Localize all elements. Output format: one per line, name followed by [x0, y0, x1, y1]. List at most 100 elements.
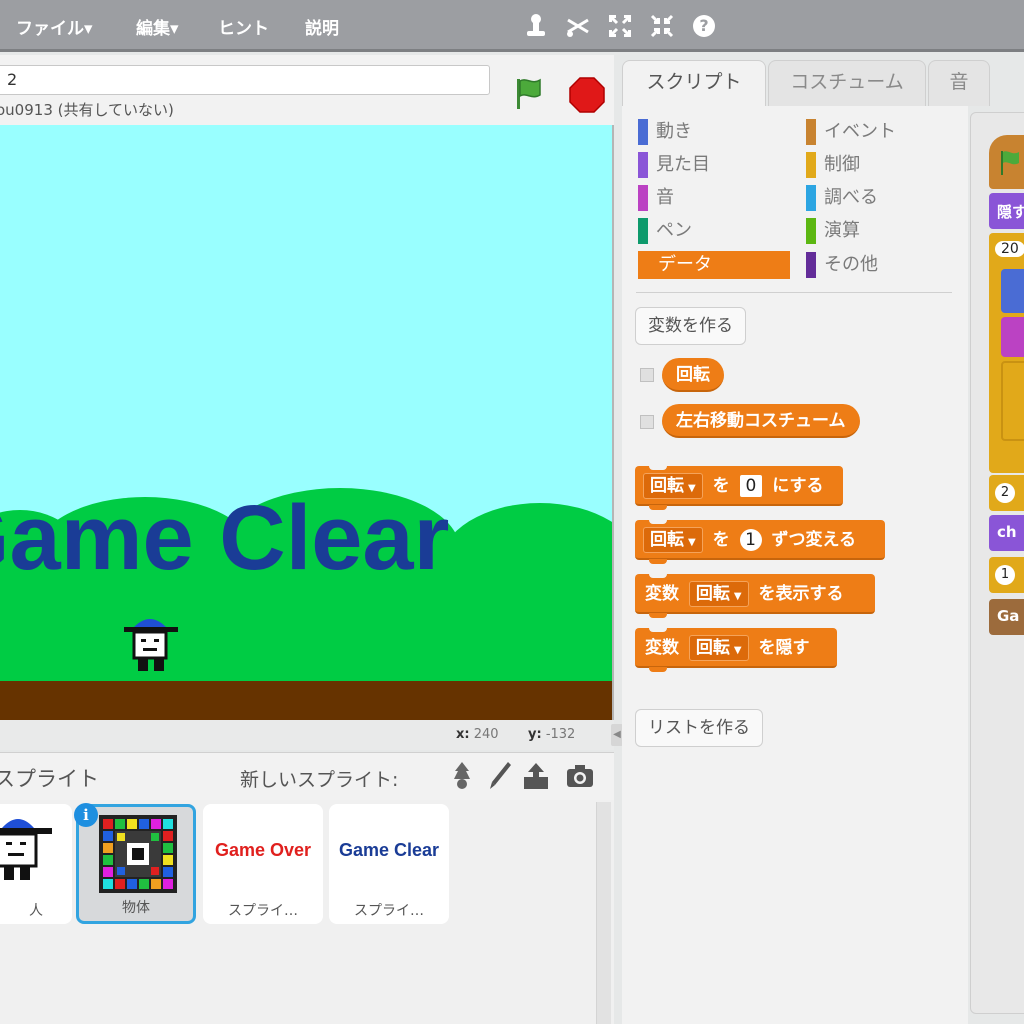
- category-data[interactable]: データ: [638, 251, 790, 279]
- game-clear-preview: Game Clear: [338, 840, 440, 860]
- duplicate-icon[interactable]: [522, 12, 550, 40]
- value-input[interactable]: 0: [739, 475, 763, 497]
- block-notch: [649, 574, 667, 578]
- stop-icon[interactable]: [568, 76, 606, 114]
- script-motion-block: [1001, 269, 1024, 313]
- grow-icon[interactable]: [606, 12, 634, 40]
- variable-checkbox[interactable]: [640, 415, 654, 429]
- make-list-button[interactable]: リストを作る: [635, 709, 763, 747]
- category-label: 制御: [824, 154, 860, 175]
- stage[interactable]: Game Clear: [0, 125, 614, 720]
- category-label: データ: [658, 254, 712, 275]
- category-swatch: [638, 119, 648, 145]
- when-flag-clicked-block[interactable]: [989, 135, 1024, 189]
- script-repeat-block[interactable]: 20: [989, 233, 1024, 473]
- cut-icon[interactable]: [564, 12, 592, 40]
- upload-icon[interactable]: [520, 759, 552, 793]
- dropdown-value: 回転: [695, 584, 730, 604]
- menu-about[interactable]: 説明: [305, 14, 339, 39]
- script-looks-block[interactable]: ch: [989, 515, 1024, 551]
- dropdown-value: 回転: [650, 476, 684, 496]
- script-hide-block[interactable]: 隠す: [989, 193, 1024, 229]
- info-icon[interactable]: i: [74, 803, 98, 827]
- script-sound-block: [1001, 317, 1024, 357]
- block-notch: [649, 628, 667, 632]
- block-notch: [649, 466, 667, 470]
- person-sprite-icon: [0, 819, 52, 880]
- category-swatch: [806, 185, 816, 211]
- coordinates-readout: x: 240 y: -132: [0, 720, 614, 750]
- green-flag-icon: [1001, 151, 1019, 175]
- script-area[interactable]: 隠す 20 2 ch 1 Ga: [970, 112, 1024, 1014]
- menu-hint[interactable]: ヒント: [218, 14, 269, 39]
- show-variable-block[interactable]: 変数 回転 ▼ を表示する: [635, 574, 875, 618]
- paint-icon[interactable]: [484, 759, 516, 793]
- stage-game-clear-text: Game Clear: [0, 487, 450, 589]
- sprites-title: スプライト: [0, 767, 99, 791]
- sprite-thumb-game-clear[interactable]: Game Clear スプライ…: [329, 804, 449, 924]
- script-fragment: ch: [997, 523, 1017, 541]
- shrink-icon[interactable]: [648, 12, 676, 40]
- category-swatch: [806, 252, 816, 278]
- stage-backdrop: [0, 125, 612, 720]
- sprite-thumb-object[interactable]: i 物体: [74, 803, 196, 924]
- change-variable-block[interactable]: 回転 ▼ を 1 ずつ変える: [635, 520, 885, 564]
- menu-file[interactable]: ファイル▾: [16, 14, 93, 39]
- new-sprite-label: 新しいスプライト:: [240, 769, 399, 791]
- help-icon[interactable]: ?: [690, 12, 718, 40]
- variable-reporter-rotation[interactable]: 回転: [662, 358, 724, 392]
- tab-sounds[interactable]: 音: [928, 60, 990, 106]
- sprite-thumb-game-over[interactable]: Game Over スプライ…: [203, 804, 323, 924]
- script-broadcast-block[interactable]: Ga: [989, 599, 1024, 635]
- variable-reporter-costume[interactable]: 左右移動コスチューム: [662, 404, 860, 438]
- dropdown-value: 回転: [695, 638, 730, 658]
- sprite-thumb-person[interactable]: 人: [0, 804, 72, 924]
- category-label: 動き: [656, 121, 692, 142]
- block-bump: [649, 505, 667, 510]
- variable-dropdown[interactable]: 回転 ▼: [688, 581, 749, 607]
- sprites-scrollbar[interactable]: [596, 802, 611, 1024]
- camera-icon[interactable]: [564, 759, 596, 793]
- script-wait-block[interactable]: 2: [989, 475, 1024, 511]
- category-label: その他: [824, 254, 878, 275]
- set-variable-block[interactable]: 回転 ▼ を 0 にする: [635, 466, 843, 510]
- dropdown-arrow-icon: ▼: [688, 537, 696, 548]
- category-label: イベント: [824, 121, 896, 142]
- block-palette: 動き イベント 見た目 制御 音 調べる ペン 演算 データ その他 変数を作る…: [622, 106, 968, 1024]
- block-text: を: [712, 530, 730, 550]
- block-text: 変数: [645, 638, 679, 658]
- player-character-icon[interactable]: [118, 613, 182, 683]
- category-label: 調べる: [824, 187, 878, 208]
- green-flag-icon[interactable]: [510, 73, 550, 113]
- tab-costumes[interactable]: コスチューム: [768, 60, 926, 106]
- dropdown-arrow-icon: ▼: [688, 483, 696, 494]
- script-fragment: Ga: [997, 607, 1020, 625]
- script-fragment: 隠す: [997, 203, 1024, 221]
- script-wait-block[interactable]: 1: [989, 557, 1024, 593]
- variable-dropdown[interactable]: 回転 ▼: [643, 473, 703, 499]
- variable-dropdown[interactable]: 回転 ▼: [643, 527, 703, 553]
- variable-dropdown[interactable]: 回転 ▼: [688, 635, 749, 661]
- menu-edit[interactable]: 編集▾: [136, 14, 179, 39]
- value-input[interactable]: 1: [739, 529, 762, 551]
- block-text: を表示する: [758, 584, 844, 604]
- block-bump: [649, 613, 667, 618]
- variable-checkbox[interactable]: [640, 368, 654, 382]
- category-swatch: [806, 218, 816, 244]
- block-text: 変数: [645, 584, 679, 604]
- x-label: x:: [456, 727, 470, 742]
- palette-divider: [636, 292, 952, 293]
- category-label: 音: [656, 187, 674, 208]
- choose-sprite-icon[interactable]: [446, 759, 478, 793]
- dropdown-arrow-icon: ▼: [733, 645, 742, 656]
- block-text: を隠す: [758, 638, 810, 658]
- tab-scripts[interactable]: スクリプト: [622, 60, 766, 108]
- editor-tabs: スクリプト コスチューム 音: [622, 60, 1024, 108]
- block-text: にする: [772, 476, 824, 496]
- dropdown-arrow-icon: ▼: [733, 591, 742, 602]
- make-variable-button[interactable]: 変数を作る: [635, 307, 746, 345]
- block-notch: [649, 520, 667, 524]
- project-title-input[interactable]: 2: [0, 65, 490, 95]
- block-text: を: [712, 476, 730, 496]
- hide-variable-block[interactable]: 変数 回転 ▼ を隠す: [635, 628, 837, 672]
